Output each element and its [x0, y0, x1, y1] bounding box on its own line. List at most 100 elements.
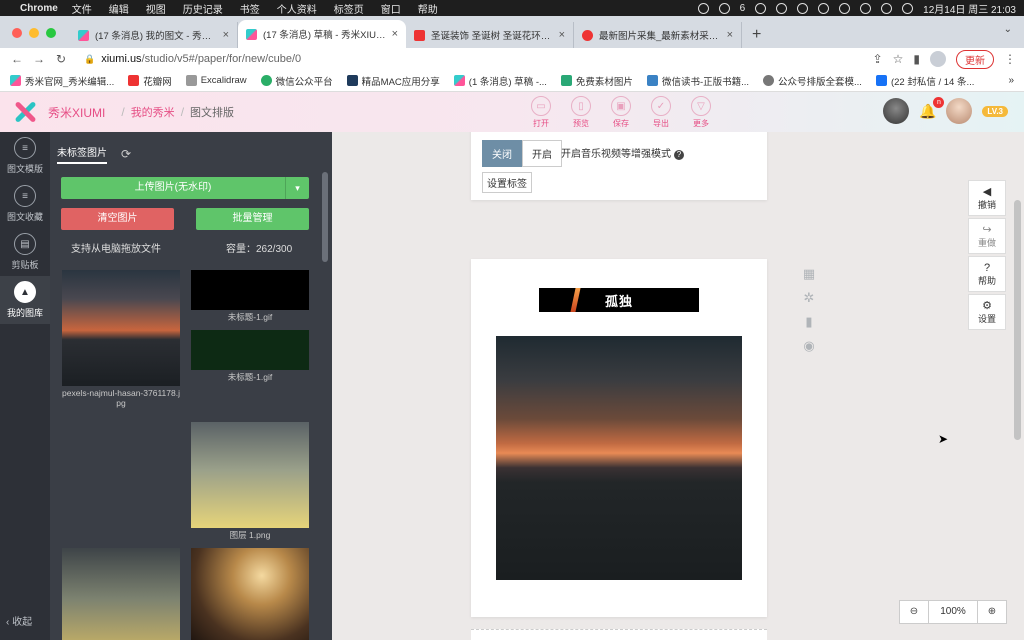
menu-window[interactable]: 窗口 — [381, 1, 401, 16]
share-icon[interactable]: ⇪ — [873, 52, 883, 66]
brand-name[interactable]: 秀米XIUMI — [48, 104, 105, 121]
toggle-off-button[interactable]: 关闭 — [482, 140, 522, 167]
update-button[interactable]: 更新 — [956, 49, 994, 69]
control-center-icon[interactable] — [902, 2, 914, 14]
tab-search-button[interactable]: ⌄ — [1004, 24, 1012, 35]
page-scrollbar[interactable] — [1014, 200, 1021, 440]
back-icon[interactable]: ← — [8, 52, 26, 66]
status-icon-3[interactable] — [797, 2, 809, 14]
menu-history[interactable]: 历史记录 — [183, 1, 223, 16]
bookmark-zhihu[interactable]: (22 封私信 / 14 条... — [875, 74, 974, 88]
bookmark-huaban[interactable]: 花瓣网 — [128, 74, 172, 88]
wifi-icon[interactable] — [860, 2, 872, 14]
grid-icon[interactable]: ▦ — [801, 266, 817, 282]
rail-item-favorites[interactable]: ≡ 图文收藏 — [0, 180, 50, 228]
fullscreen-window-button[interactable] — [46, 28, 56, 38]
gallery-scrollbar[interactable] — [322, 172, 328, 262]
image-thumb[interactable]: 未标题-1.gif — [191, 270, 309, 322]
bookmark-excalidraw[interactable]: Excalidraw — [185, 75, 247, 86]
gear-icon[interactable]: ✲ — [801, 290, 817, 306]
bookmark-mac-apps[interactable]: 精品MAC应用分享 — [346, 74, 440, 88]
breadcrumb-my-xiumi[interactable]: 我的秀米 — [131, 104, 175, 120]
bookmark-star-icon[interactable]: ☆ — [893, 52, 904, 66]
undo-button[interactable]: ◀ 撤销 — [968, 180, 1006, 216]
bookmark-templates[interactable]: 公众号排版全套模... — [763, 74, 862, 88]
menu-bookmarks[interactable]: 书签 — [240, 1, 260, 16]
reload-icon[interactable]: ↻ — [52, 52, 70, 66]
tab-close-icon[interactable]: × — [223, 29, 229, 41]
zoom-out-icon[interactable]: ⊖ — [900, 601, 928, 623]
tab-close-icon[interactable]: × — [727, 29, 733, 41]
image-thumb[interactable]: 未标题-1.gif — [191, 330, 309, 382]
menu-profile[interactable]: 个人资料 — [277, 1, 317, 16]
image-thumb[interactable] — [191, 548, 309, 640]
tab-my-articles[interactable]: (17 条消息) 我的图文 - 秀米XIUMI × — [70, 22, 238, 48]
title-banner[interactable]: 孤独 — [539, 288, 699, 312]
thumb-image[interactable] — [191, 270, 309, 310]
help-button[interactable]: ? 帮助 — [968, 256, 1006, 292]
save-button[interactable]: ▣ 保存 — [608, 96, 634, 129]
thumb-image[interactable] — [191, 330, 309, 370]
xiumi-logo-icon[interactable] — [12, 99, 38, 125]
thumb-image[interactable] — [62, 270, 180, 386]
preview-button[interactable]: ▯ 预览 — [568, 96, 594, 129]
bookmarks-overflow-button[interactable]: » — [1008, 75, 1014, 86]
article-photo[interactable] — [496, 336, 742, 580]
bookmark-weread[interactable]: 微信读书-正版书籍... — [646, 74, 749, 88]
bell-icon[interactable]: 🔔 n — [919, 96, 945, 120]
zoom-in-icon[interactable]: ⊕ — [978, 601, 1006, 623]
close-window-button[interactable] — [12, 28, 22, 38]
batch-manage-button[interactable]: 批量管理 — [196, 208, 309, 230]
redo-button[interactable]: ↪ 重做 — [968, 218, 1006, 254]
question-icon[interactable]: ? — [674, 150, 684, 160]
bookmark-free-images[interactable]: 免费素材图片 — [560, 74, 633, 88]
record-icon[interactable] — [697, 2, 709, 14]
sidepanel-icon[interactable]: ▮ — [913, 52, 920, 66]
menu-tabs[interactable]: 标签页 — [334, 1, 364, 16]
tab-huaban[interactable]: 最新图片采集_最新素材采集-花瓣网 × — [574, 22, 742, 48]
menubar-datetime[interactable]: 12月14日 周三 21:03 — [923, 1, 1016, 16]
menu-view[interactable]: 视图 — [146, 1, 166, 16]
status-icon-4[interactable] — [818, 2, 830, 14]
status-icon-1[interactable] — [755, 2, 767, 14]
image-thumb[interactable]: 图层 1.png — [191, 422, 309, 540]
bookmark-xiumi[interactable]: 秀米官网_秀米编辑... — [10, 74, 114, 88]
battery-icon[interactable] — [839, 2, 851, 14]
collapse-button[interactable]: ‹ 收起 — [6, 613, 32, 628]
more-button[interactable]: ▽ 更多 — [688, 96, 714, 129]
zoom-level[interactable]: 100% — [928, 601, 978, 623]
thumb-image[interactable] — [191, 548, 309, 640]
search-icon[interactable] — [881, 2, 893, 14]
image-thumb[interactable]: pexels-najmul-hasan-3761178.jpg — [62, 270, 180, 408]
upload-image-button[interactable]: 上传图片(无水印) ▾ — [61, 177, 309, 199]
profile-avatar[interactable] — [930, 51, 946, 67]
rail-item-my-gallery[interactable]: ▲ 我的图库 — [0, 276, 50, 324]
thumb-image[interactable] — [62, 548, 180, 640]
tab-close-icon[interactable]: × — [392, 28, 398, 40]
status-icon-2[interactable] — [776, 2, 788, 14]
lock-icon[interactable]: 🔒 — [84, 54, 95, 65]
bar-chart-icon[interactable]: ▮ — [801, 314, 817, 330]
open-button[interactable]: ▭ 打开 — [528, 96, 554, 129]
tab-christmas[interactable]: 圣诞装饰 圣诞树 圣诞花环 免抠素材 × — [406, 22, 574, 48]
chevron-down-icon[interactable]: ▾ — [285, 177, 309, 199]
url-field[interactable]: 🔒 xiumi.us/studio/v5#/paper/for/new/cube… — [84, 53, 301, 65]
rail-item-clipboard[interactable]: ▤ 剪贴板 — [0, 228, 50, 276]
eye-icon[interactable]: ◉ — [801, 338, 817, 354]
clear-images-button[interactable]: 清空图片 — [61, 208, 174, 230]
new-tab-button[interactable]: + — [752, 22, 761, 48]
menu-help[interactable]: 帮助 — [418, 1, 438, 16]
wechat-icon[interactable] — [718, 2, 730, 14]
menu-edit[interactable]: 编辑 — [109, 1, 129, 16]
tab-untagged-images[interactable]: 未标签图片 — [57, 144, 107, 164]
menu-file[interactable]: 文件 — [72, 1, 92, 16]
bookmark-wechat-mp[interactable]: 微信公众平台 — [260, 74, 333, 88]
menubar-app-name[interactable]: Chrome — [20, 3, 58, 14]
tab-close-icon[interactable]: × — [559, 29, 565, 41]
tab-draft[interactable]: (17 条消息) 草稿 - 秀米XIUMI × — [238, 20, 406, 48]
refresh-icon[interactable]: ⟳ — [121, 147, 131, 161]
bookmark-draft[interactable]: (1 条消息) 草稿 -... — [453, 74, 547, 88]
rail-item-templates[interactable]: ≡ 图文模版 — [0, 132, 50, 180]
set-tags-button[interactable]: 设置标签 — [482, 172, 532, 193]
user-avatar[interactable] — [946, 98, 973, 124]
